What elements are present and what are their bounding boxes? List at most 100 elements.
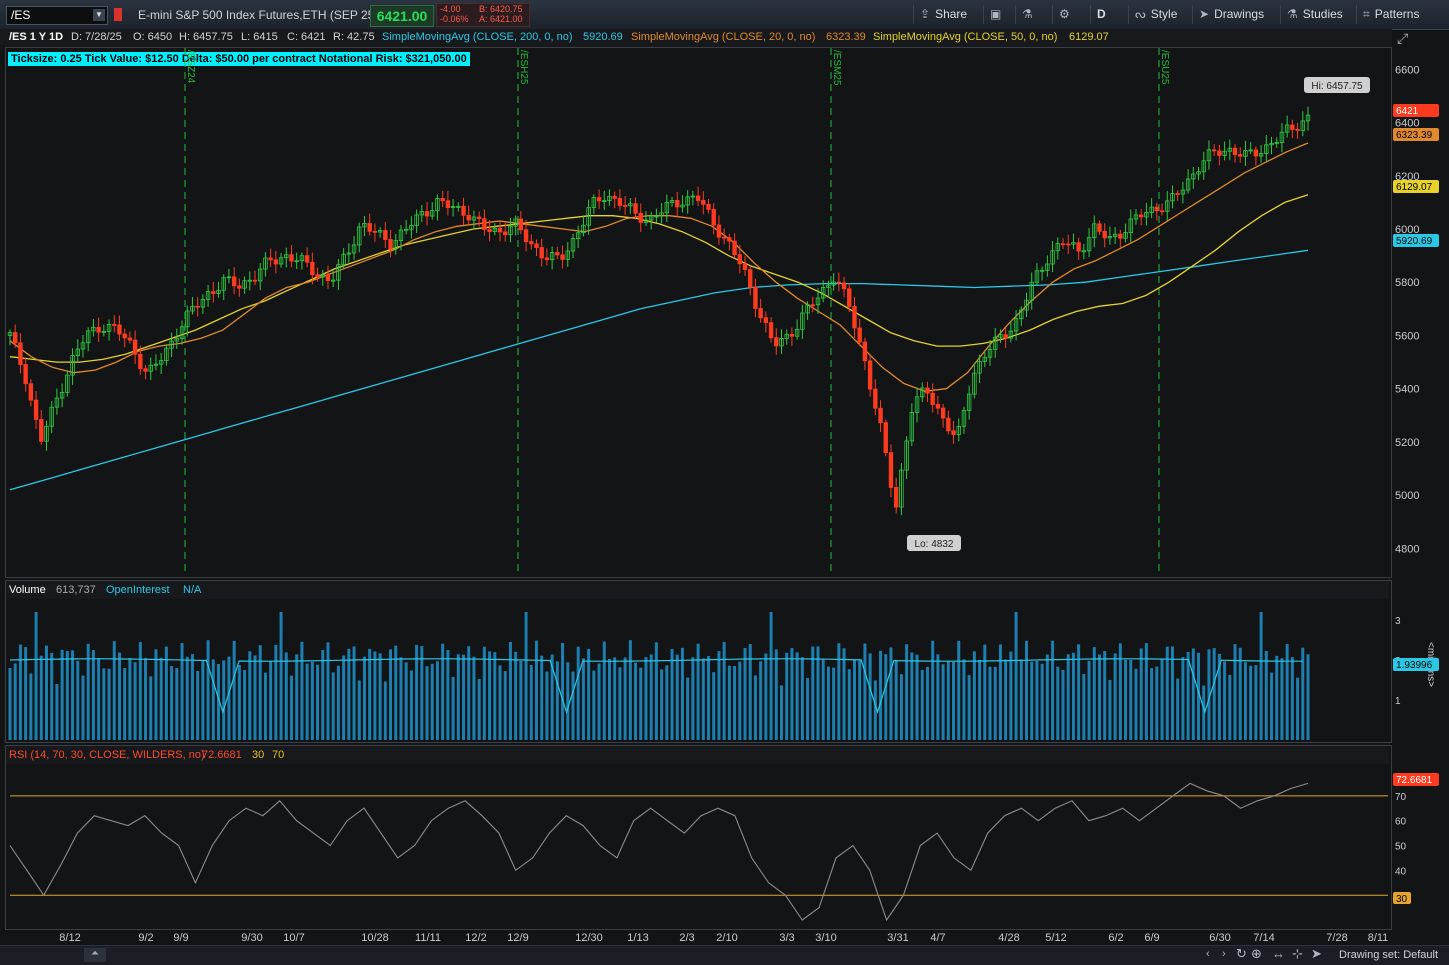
volume-bar	[1280, 658, 1284, 740]
candle-body	[925, 387, 930, 394]
volume-bar	[211, 659, 215, 740]
zoom-in-icon[interactable]: ⊕	[1251, 946, 1262, 962]
collapse-icon[interactable]: ⏶	[84, 948, 106, 962]
refresh-icon[interactable]: ↻	[1236, 946, 1247, 962]
volume-bar	[1082, 674, 1086, 740]
volume-bar	[243, 670, 247, 740]
candle-body	[1118, 233, 1123, 239]
rsi-line	[9, 782, 1309, 922]
volume-bar	[112, 641, 116, 740]
candle-body	[388, 239, 393, 250]
volume-bar	[540, 655, 544, 740]
volume-bar	[1019, 659, 1023, 740]
candle-body	[1003, 334, 1008, 339]
candle-body	[497, 228, 503, 233]
volume-bar	[1051, 640, 1055, 740]
scroll-left-icon[interactable]: ‹	[1206, 948, 1210, 960]
volume-bar	[201, 661, 205, 740]
volume-bar	[1035, 660, 1039, 740]
volume-bar	[707, 656, 711, 740]
volume-bar	[170, 665, 174, 740]
x-tick-label: 7/28	[1326, 932, 1347, 944]
candle-body	[1290, 124, 1295, 130]
volume-bar	[863, 643, 867, 740]
candle-body	[544, 257, 550, 261]
volume-bar	[701, 658, 705, 740]
candle-body	[748, 269, 753, 288]
volume-bar	[321, 649, 325, 740]
volume-bar	[76, 660, 80, 740]
candle-body	[1253, 149, 1259, 157]
candle-body	[237, 285, 242, 289]
candle-body	[1211, 149, 1217, 152]
volume-bar	[331, 672, 335, 740]
volume-bar	[357, 680, 361, 740]
candle-body	[18, 342, 23, 365]
chart-canvas[interactable]: 4800500052005400560058006000620064006600…	[0, 0, 1449, 945]
volume-bar	[623, 657, 627, 740]
candle-body	[23, 364, 28, 385]
price-tick-label: 5600	[1395, 330, 1419, 342]
x-tick-label: 12/9	[507, 932, 528, 944]
price-tick-label: 5400	[1395, 384, 1419, 396]
volume-bar	[826, 666, 830, 740]
candle-body	[1138, 214, 1144, 218]
volume-bar	[983, 644, 987, 740]
cursor-icon[interactable]: ➤	[1311, 946, 1322, 962]
volume-bar	[263, 672, 267, 740]
volume-bar	[644, 657, 648, 740]
candle-body	[701, 200, 706, 205]
price-tick-label: 6600	[1395, 64, 1419, 76]
volume-bar	[128, 658, 132, 740]
candle-body	[862, 341, 868, 362]
volume-bar	[274, 644, 278, 740]
bottom-bar	[0, 945, 1449, 965]
volume-bar	[1061, 669, 1065, 740]
volume-bar	[467, 646, 471, 740]
volume-bar	[222, 660, 226, 740]
volume-bar	[1071, 652, 1075, 740]
candle-body	[873, 388, 878, 409]
price-tick-label: 5800	[1395, 277, 1419, 289]
scroll-right-icon[interactable]: ›	[1222, 948, 1226, 960]
volume-bar	[957, 640, 961, 740]
candle-body	[304, 255, 310, 263]
volume-bar	[1097, 654, 1101, 740]
volume-bar	[404, 662, 408, 740]
volume-bar	[514, 651, 518, 740]
volume-bar	[993, 666, 997, 740]
volume-bar	[587, 648, 591, 740]
volume-bar	[1212, 648, 1216, 740]
candle-body	[768, 322, 774, 339]
volume-bar	[879, 650, 883, 740]
candle-body	[638, 212, 643, 223]
volume-bar	[529, 665, 533, 740]
drawing-set-label[interactable]: Drawing set: Default	[1339, 949, 1438, 961]
x-tick-label: 10/28	[361, 932, 389, 944]
x-tick-label: 12/30	[575, 932, 603, 944]
volume-bar	[884, 654, 888, 740]
pan-icon[interactable]: ↔	[1272, 946, 1285, 961]
volume-bar	[1259, 612, 1263, 740]
volume-bar	[832, 667, 836, 740]
volume-bar	[50, 652, 54, 740]
x-tick-label: 6/30	[1209, 932, 1230, 944]
candle-body	[716, 224, 722, 238]
x-tick-label: 3/3	[779, 932, 794, 944]
volume-bar	[498, 665, 502, 740]
candle-body	[1232, 147, 1238, 156]
candle-body	[383, 230, 388, 240]
volume-bar	[806, 678, 810, 740]
x-tick-label: 9/9	[173, 932, 188, 944]
volume-bar	[133, 662, 137, 740]
volume-bar	[472, 656, 476, 740]
x-tick-label: 9/2	[138, 932, 153, 944]
candle-body	[315, 274, 320, 278]
candle-body	[143, 368, 148, 372]
candle-body	[930, 392, 935, 405]
candle-body	[1066, 243, 1071, 246]
crosshair-icon[interactable]: ⊹	[1292, 946, 1303, 962]
candle-body	[39, 419, 44, 442]
volume-bar	[180, 643, 184, 740]
candle-body	[482, 218, 487, 230]
